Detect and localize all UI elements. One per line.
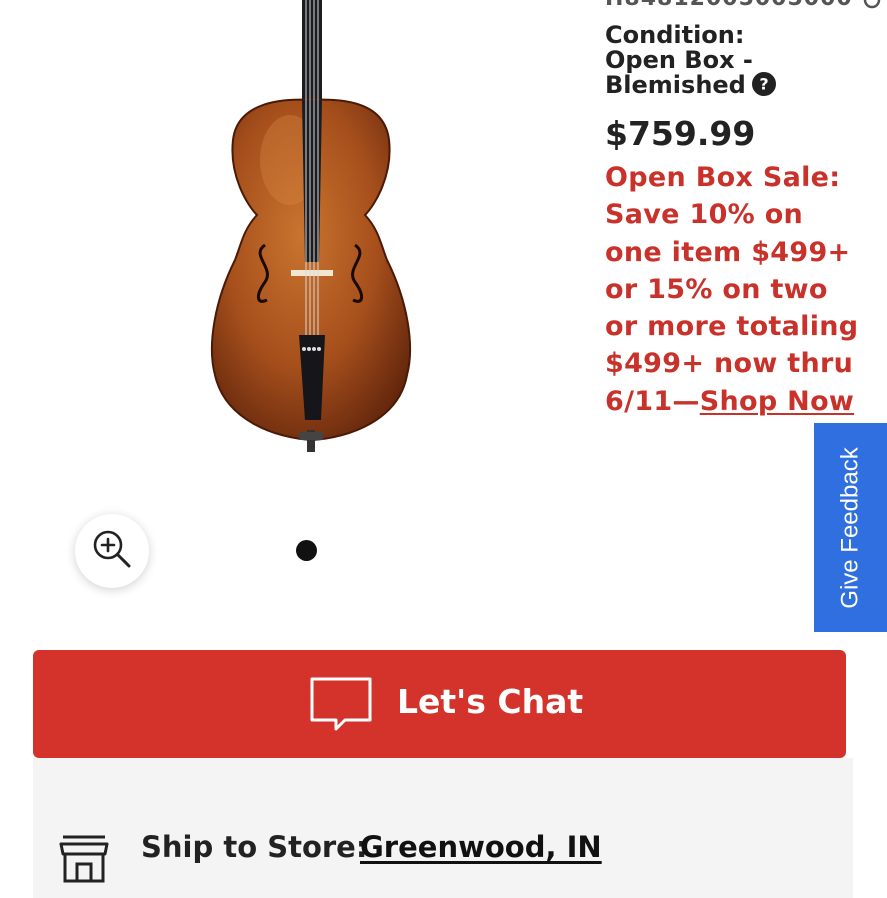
svg-text:?: ?	[759, 75, 768, 94]
chat-bubble-icon	[309, 676, 373, 736]
help-icon[interactable]: ?	[751, 72, 776, 96]
chat-label: Let's Chat	[397, 682, 584, 721]
zoom-button[interactable]	[75, 514, 149, 588]
shipping-panel: Ship to Store: Greenwood, IN	[33, 758, 853, 898]
zoom-in-icon	[91, 528, 133, 574]
product-condition: Condition: Open Box - Blemished?	[605, 23, 815, 98]
ship-to-store-label: Ship to Store:	[141, 830, 368, 864]
promo-text: Open Box Sale: Save 10% on one item $499…	[605, 162, 859, 417]
lets-chat-button[interactable]: Let's Chat	[33, 650, 846, 758]
promo-message: Open Box Sale: Save 10% on one item $499…	[605, 159, 867, 420]
menu-icon[interactable]	[862, 0, 882, 10]
store-location-link[interactable]: Greenwood, IN	[360, 830, 602, 864]
store-icon	[59, 834, 109, 888]
shop-now-link[interactable]: Shop Now	[700, 386, 854, 417]
feedback-label: Give Feedback	[836, 446, 864, 609]
product-sku: H84812005005000	[605, 0, 853, 11]
condition-value: Open Box - Blemished	[605, 46, 753, 99]
condition-label: Condition:	[605, 21, 745, 49]
cello-image[interactable]	[195, 0, 415, 464]
product-price: $759.99	[605, 114, 756, 153]
carousel-dot[interactable]	[296, 540, 317, 561]
give-feedback-tab[interactable]: Give Feedback	[814, 423, 887, 632]
